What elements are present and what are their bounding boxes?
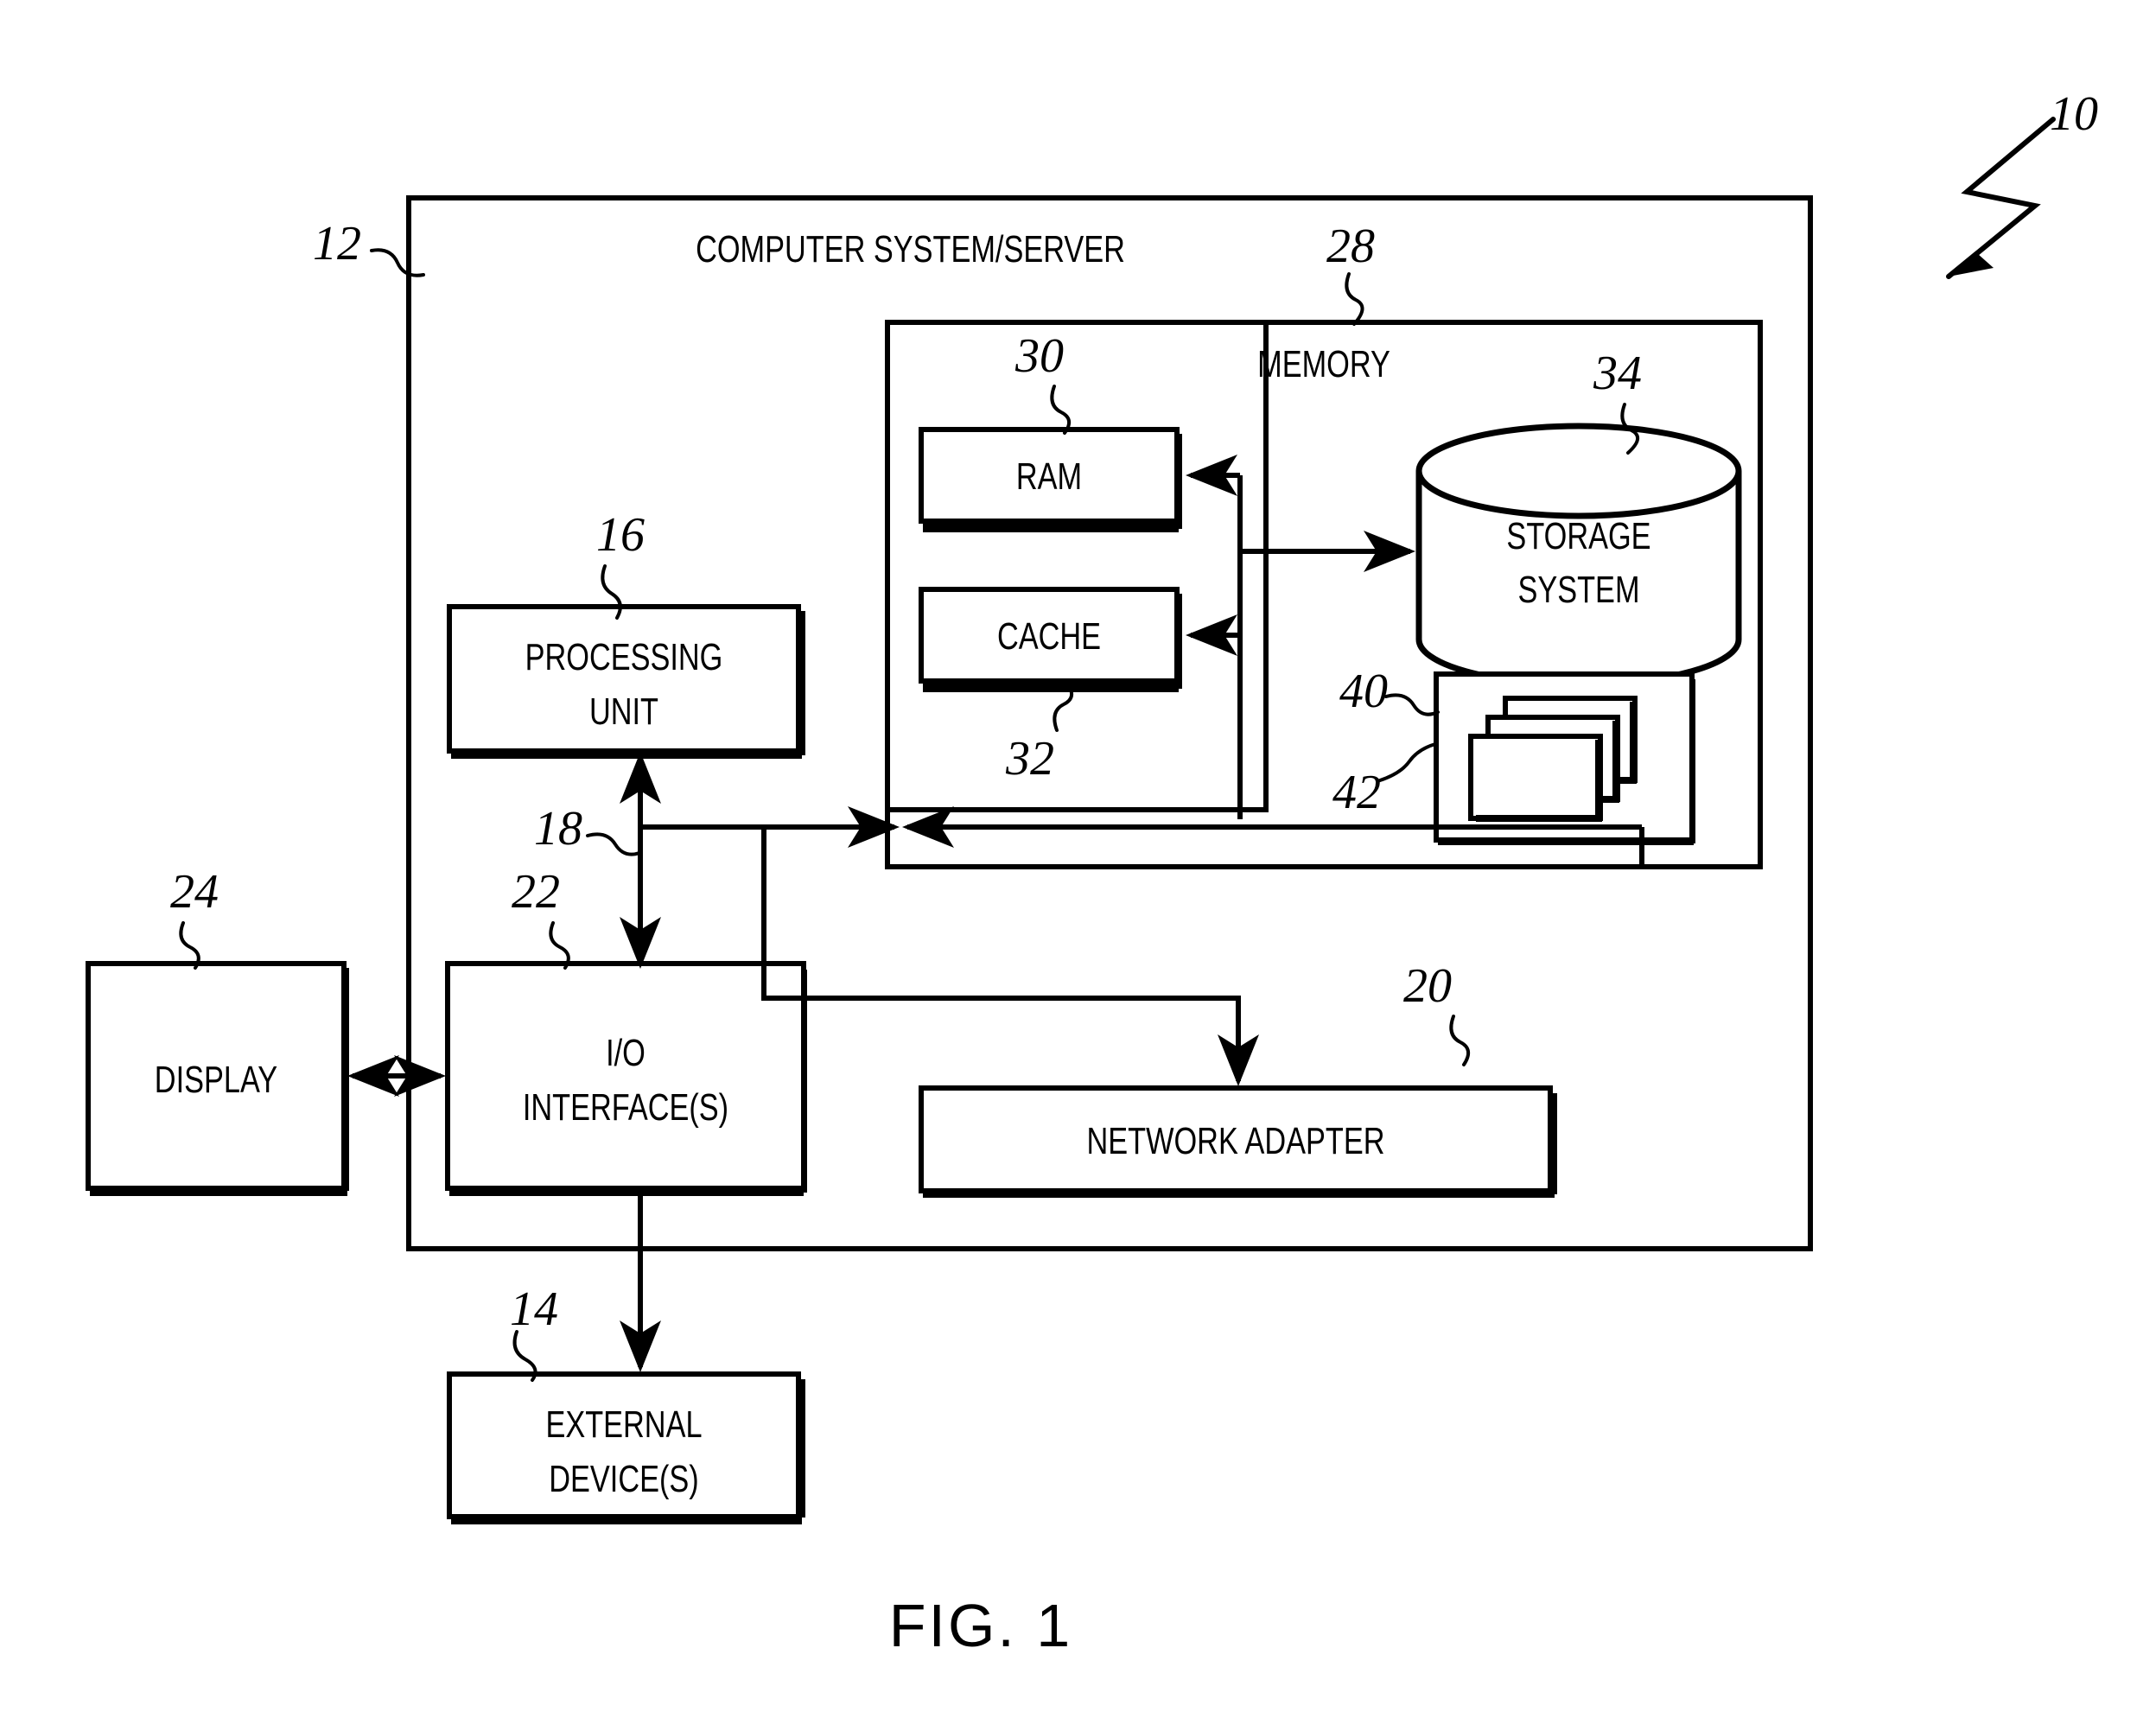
- external-devices-box: [447, 1371, 805, 1524]
- memory-label: MEMORY: [1257, 343, 1390, 385]
- ref-28: 28: [1326, 220, 1375, 273]
- processing-unit-label-line1: PROCESSING: [525, 636, 723, 678]
- io-interface-label-line1: I/O: [606, 1032, 646, 1074]
- ref-22: 22: [512, 865, 560, 919]
- processing-unit-label-line2: UNIT: [589, 690, 658, 733]
- processing-unit-box: [447, 604, 805, 759]
- external-devices-label-line1: EXTERNAL: [545, 1403, 702, 1446]
- figure-1-block-diagram: COMPUTER SYSTEM/SERVER MEMORY RAM CACHE …: [86, 87, 2098, 1659]
- ref-24: 24: [170, 865, 219, 919]
- patent-figure: COMPUTER SYSTEM/SERVER MEMORY RAM CACHE …: [0, 0, 2156, 1718]
- ref-34: 34: [1593, 347, 1642, 400]
- cache-label: CACHE: [997, 615, 1101, 658]
- ref-10: 10: [2050, 87, 2098, 141]
- figure-caption: FIG. 1: [889, 1592, 1072, 1659]
- ref-20: 20: [1403, 959, 1452, 1013]
- ram-label: RAM: [1016, 455, 1082, 498]
- ref-42: 42: [1332, 766, 1381, 819]
- network-adapter-label: NETWORK ADAPTER: [1087, 1120, 1385, 1162]
- ref-16: 16: [596, 508, 645, 562]
- ref-30: 30: [1014, 329, 1064, 383]
- external-devices-label-line2: DEVICE(S): [549, 1458, 698, 1500]
- ref-32: 32: [1005, 732, 1054, 786]
- storage-system-label-line1: STORAGE: [1506, 515, 1650, 557]
- ref-14: 14: [510, 1282, 558, 1336]
- ref-18: 18: [534, 802, 582, 856]
- ref-12: 12: [313, 217, 361, 270]
- display-label: DISPLAY: [155, 1059, 277, 1101]
- io-interface-label-line2: INTERFACE(S): [523, 1086, 728, 1129]
- io-interface-box: [445, 961, 807, 1196]
- computer-system-label: COMPUTER SYSTEM/SERVER: [696, 228, 1125, 270]
- ref-40: 40: [1339, 665, 1388, 718]
- storage-system-label-line2: SYSTEM: [1517, 569, 1639, 611]
